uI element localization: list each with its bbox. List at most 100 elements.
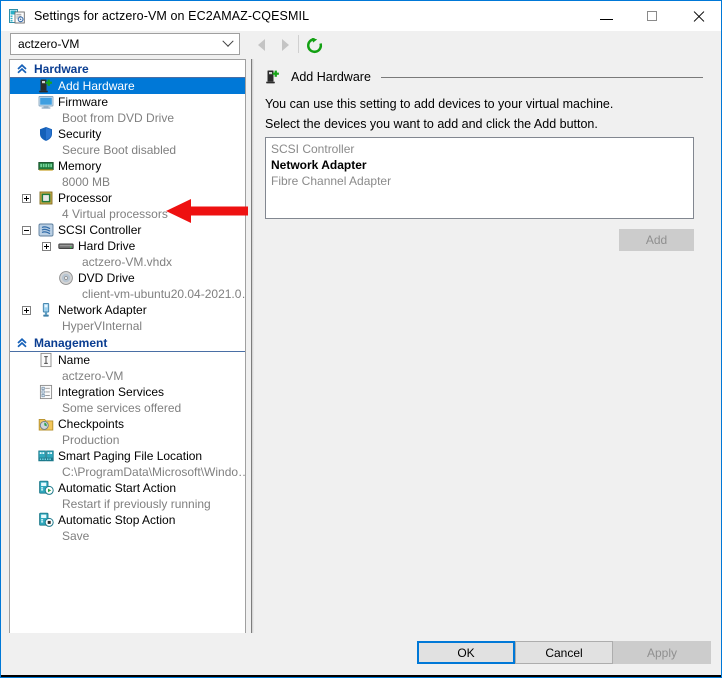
tree-item-label: Smart Paging File Location [58,449,203,463]
tree-item-smart-paging-file-location[interactable]: Smart Paging File Location [10,448,245,464]
dvd-drive-icon [58,270,74,286]
add-button-label: Add [645,233,668,247]
device-list-item[interactable]: Fibre Channel Adapter [271,173,693,189]
tree-item-network-adapter[interactable]: Network Adapter [10,302,245,318]
tree-item-hard-drive[interactable]: Hard Drive [10,238,245,254]
maximize-button[interactable] [629,1,675,31]
detail-header-title: Add Hardware [291,70,371,84]
tree-item-automatic-stop-action[interactable]: Automatic Stop Action [10,512,245,528]
tree-item-label: Name [58,353,91,367]
tree-item-sublabel-network-adapter: HyperVInternal [62,319,143,333]
checkpoints-icon [38,416,54,432]
apply-button[interactable]: Apply [613,641,711,664]
expand-plus-icon[interactable] [42,241,51,251]
device-list-item[interactable]: Network Adapter [271,157,693,173]
cancel-button[interactable]: Cancel [515,641,613,664]
add-button[interactable]: Add [619,229,694,251]
chevron-down-icon [217,35,239,48]
tree-item-label: Security [58,127,102,141]
detail-header-rule [380,76,703,78]
tree-item-add-hardware[interactable]: Add Hardware [10,78,245,94]
dialog-footer: OK Cancel Apply [1,633,721,677]
nav-forward-button[interactable] [277,37,293,53]
tree-item-memory[interactable]: Memory [10,158,245,174]
settings-tree[interactable]: Hardware Add Hardware Firmware Boot from DV… [9,59,246,635]
hard-drive-icon [58,238,74,254]
double-chevron-up-icon[interactable] [15,337,29,349]
scsi-controller-icon [38,223,54,237]
tree-item-label: Automatic Start Action [58,481,177,495]
tree-item-firmware[interactable]: Firmware [10,94,245,110]
tree-item-sublabel-automatic-stop-action: Save [62,529,90,543]
collapse-minus-icon[interactable] [22,225,31,235]
ok-button-label: OK [457,645,475,660]
tree-item-automatic-start-action[interactable]: Automatic Start Action [10,480,245,496]
memory-ram-icon [38,162,54,171]
tree-item-sublabel-smart-paging-file-location: C:\ProgramData\Microsoft\Windo… [62,465,246,479]
auto-start-icon [39,480,54,495]
smart-paging-icon [38,450,54,462]
tree-item-sublabel-automatic-start-action: Restart if previously running [62,497,211,511]
tree-item-sublabel-hard-drive: actzero-VM.vhdx [82,255,173,269]
tree-item-label: Firmware [58,95,108,109]
toolbar-separator [298,35,299,53]
device-list[interactable]: SCSI Controller Network Adapter Fibre Chan… [265,137,694,219]
detail-header: Add Hardware [265,67,713,87]
close-icon [692,10,705,23]
tree-item-sublabel-firmware: Boot from DVD Drive [62,111,175,125]
tree-item-label: Checkpoints [58,417,125,431]
maximize-icon [647,11,657,21]
apply-button-label: Apply [646,645,678,660]
arrow-left-icon [257,39,265,51]
tree-item-security[interactable]: Security [10,126,245,142]
auto-stop-icon [39,512,54,527]
integration-services-icon [38,384,54,400]
tree-section-header-management[interactable]: Management [10,334,245,352]
tree-item-name[interactable]: Name [10,352,245,368]
integration-services-icon [39,384,53,400]
minimize-button[interactable] [583,1,629,31]
tree-section-header-hardware[interactable]: Hardware [10,60,245,78]
ok-button[interactable]: OK [417,641,515,664]
firmware-monitor-icon [38,94,54,110]
tree-item-checkpoints[interactable]: Checkpoints [10,416,245,432]
scsi-controller-icon [38,222,54,238]
tree-item-dvd-drive[interactable]: DVD Drive [10,270,245,286]
tree-item-scsi-controller[interactable]: SCSI Controller [10,222,245,238]
tree-item-label: Network Adapter [58,303,147,317]
cancel-button-label: Cancel [545,645,583,660]
smart-paging-icon [38,448,54,464]
content-area: Hardware Add Hardware Firmware Boot from DV… [1,59,721,635]
tree-item-integration-services[interactable]: Integration Services [10,384,245,400]
nav-back-button[interactable] [253,37,269,53]
vm-selector-dropdown[interactable]: actzero-VM [10,33,240,55]
double-chevron-up-icon [17,64,27,74]
tree-item-sublabel-security: Secure Boot disabled [62,143,177,157]
refresh-button[interactable] [305,36,323,54]
device-list-item[interactable]: SCSI Controller [271,141,693,157]
window-title: Settings for actzero-VM on EC2AMAZ-CQESM… [34,9,310,23]
tree-item-label: DVD Drive [78,271,135,285]
arrow-right-icon [281,39,289,51]
expand-plus-icon[interactable] [22,305,31,315]
toolbar: actzero-VM [1,31,721,59]
dvd-drive-icon [59,271,73,285]
tree-item-sublabel-processor: 4 Virtual processors [62,207,168,221]
tree-item-sublabel-checkpoints: Production [62,433,120,447]
firmware-monitor-icon [38,96,54,109]
title-bar: Settings for actzero-VM on EC2AMAZ-CQESM… [1,1,721,31]
memory-ram-icon [38,158,54,174]
double-chevron-up-icon [17,338,27,348]
tree-item-sublabel-integration-services: Some services offered [62,401,182,415]
close-button[interactable] [675,1,721,31]
settings-vm-icon [9,8,25,24]
add-hardware-icon [265,69,281,85]
double-chevron-up-icon[interactable] [15,63,29,75]
panel-splitter[interactable] [251,59,254,635]
expand-plus-icon[interactable] [22,193,31,203]
processor-chip-icon [39,191,53,205]
tree-item-processor[interactable]: Processor [10,190,245,206]
refresh-icon [306,37,322,53]
tree-item-label: Processor [58,191,113,205]
network-adapter-icon [42,302,50,317]
